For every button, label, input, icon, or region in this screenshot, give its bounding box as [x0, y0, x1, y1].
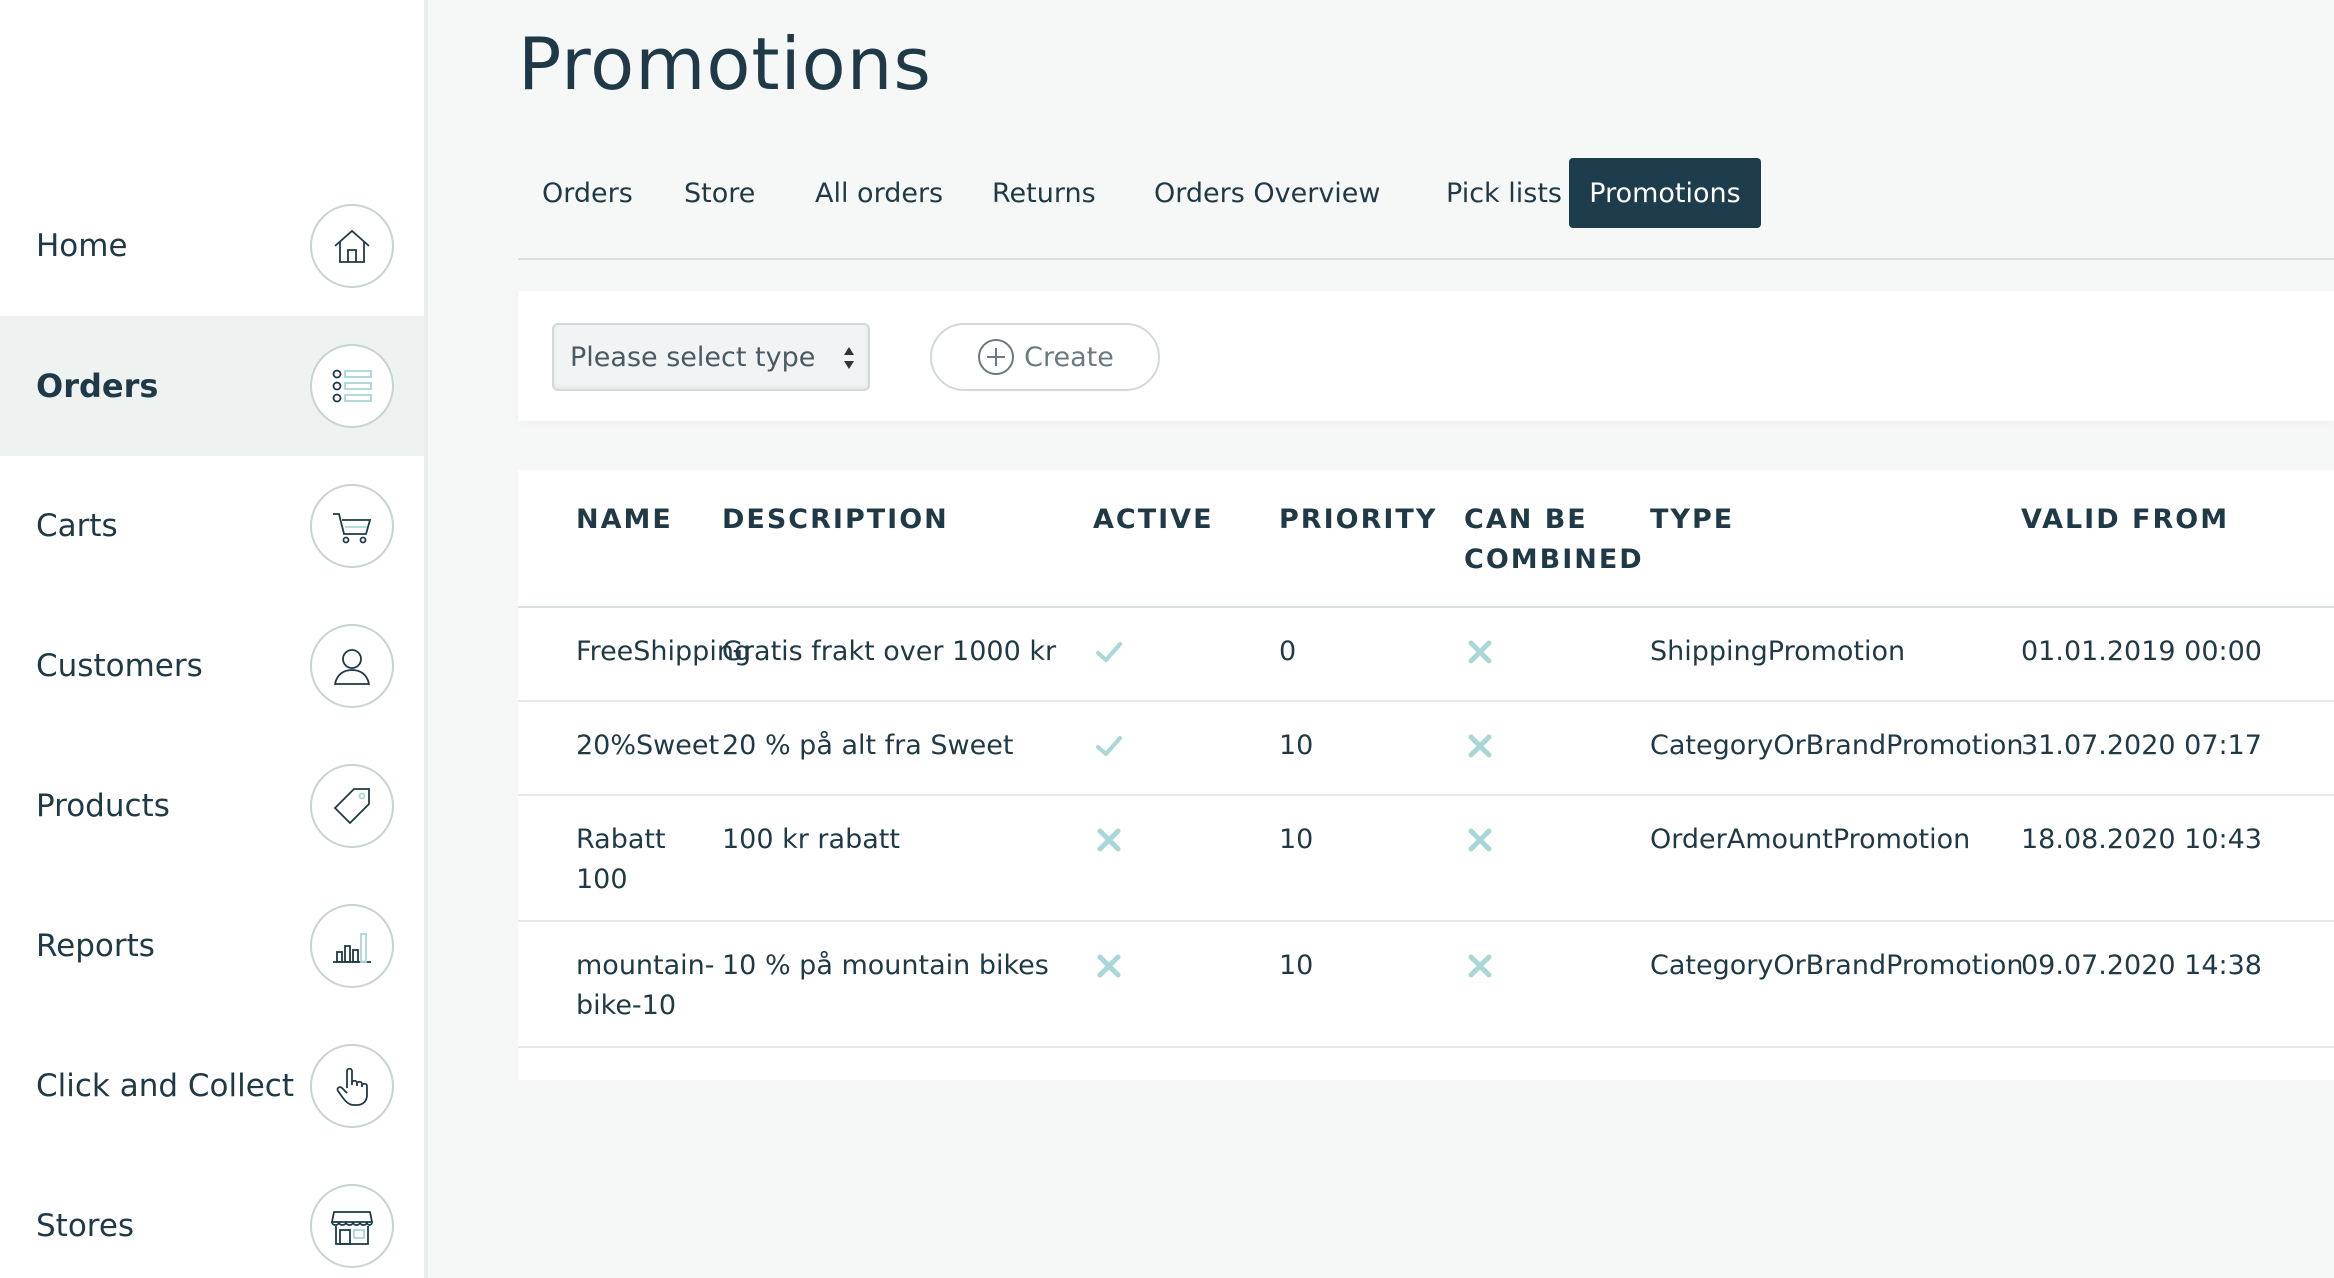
sidebar-item-label: Reports [36, 928, 155, 964]
column-header-valid-from[interactable]: VALID FROM [2003, 470, 2334, 608]
cross-icon [1464, 954, 1496, 989]
create-button[interactable]: Create [930, 323, 1160, 391]
column-header-priority[interactable]: PRIORITY [1261, 470, 1446, 608]
tab-all-orders[interactable]: All orders [791, 158, 967, 228]
column-header-type[interactable]: TYPE [1632, 470, 2003, 608]
table-header-row: NAME DESCRIPTION ACTIVE PRIORITY CAN BE … [518, 470, 2334, 608]
cross-icon [1093, 828, 1125, 863]
sidebar-item-label: Carts [36, 508, 118, 544]
table-row[interactable]: FreeShipping Gratis frakt over 1000 kr 0 Sh… [518, 607, 2334, 702]
sidebar-item-stores[interactable]: Stores [0, 1156, 424, 1278]
sidebar-item-carts[interactable]: Carts [0, 456, 424, 596]
hand-pointer-icon [310, 1044, 394, 1128]
cell-type: ShippingPromotion [1632, 607, 2003, 702]
page-title: Promotions [518, 22, 932, 106]
cell-valid-from: 01.01.2019 00:00 [2003, 607, 2334, 702]
cell-active [1075, 607, 1261, 702]
cell-valid-from: 31.07.2020 07:17 [2003, 701, 2334, 796]
cell-active [1075, 701, 1261, 796]
cross-icon [1093, 954, 1125, 989]
bar-chart-icon [310, 904, 394, 988]
cart-icon [310, 484, 394, 568]
cell-priority: 0 [1261, 607, 1446, 702]
cell-can-be-combined [1446, 795, 1632, 922]
checkmark-icon [1093, 736, 1125, 769]
table-row[interactable]: mountain-bike-10 10 % på mountain bikes 10… [518, 921, 2334, 1048]
list-icon [310, 344, 394, 428]
select-arrows-icon [844, 347, 854, 369]
cell-type: OrderAmountPromotion [1632, 795, 2003, 922]
tab-store[interactable]: Store [660, 158, 779, 228]
sidebar-item-label: Home [36, 228, 128, 264]
cell-name: FreeShipping [518, 607, 751, 702]
cell-name: Rabatt 100 [518, 795, 704, 922]
tab-returns[interactable]: Returns [968, 158, 1120, 228]
sidebar-item-label: Stores [36, 1208, 135, 1244]
cell-can-be-combined [1446, 607, 1632, 702]
table-row[interactable]: Rabatt 100 100 kr rabatt 10 OrderAmountProm… [518, 795, 2334, 922]
promotions-table-container: NAME DESCRIPTION ACTIVE PRIORITY CAN BE … [518, 470, 2334, 1080]
cell-name: mountain-bike-10 [518, 921, 715, 1048]
cell-active [1075, 795, 1261, 922]
create-button-label: Create [1024, 341, 1114, 373]
storefront-icon [310, 1184, 394, 1268]
cell-valid-from: 18.08.2020 10:43 [2003, 795, 2334, 922]
cell-can-be-combined [1446, 921, 1632, 1048]
cell-name: 20%Sweet [518, 701, 719, 796]
sidebar-item-customers[interactable]: Customers [0, 596, 424, 736]
sidebar: Home Orders Carts Customers Products Rep… [0, 0, 428, 1278]
user-icon [310, 624, 394, 708]
cell-active [1075, 921, 1261, 1048]
tab-orders[interactable]: Orders [518, 158, 657, 228]
sidebar-item-label: Products [36, 788, 170, 824]
plus-circle-icon [978, 339, 1015, 375]
type-select[interactable]: Please select type [552, 323, 870, 391]
cross-icon [1464, 640, 1496, 675]
column-header-can-be-combined[interactable]: CAN BE COMBINED [1446, 470, 1642, 608]
cell-description: Gratis frakt over 1000 kr [704, 607, 1075, 702]
checkmark-icon [1093, 642, 1125, 675]
cell-priority: 10 [1261, 795, 1446, 922]
promotions-table: NAME DESCRIPTION ACTIVE PRIORITY CAN BE … [518, 470, 2334, 1048]
tab-orders-overview[interactable]: Orders Overview [1130, 158, 1405, 228]
toolbar: Please select type Create [518, 291, 2334, 421]
column-header-active[interactable]: ACTIVE [1075, 470, 1261, 608]
tag-icon [310, 764, 394, 848]
sidebar-item-label: Click and Collect [36, 1068, 295, 1104]
tab-promotions[interactable]: Promotions [1569, 158, 1761, 228]
sidebar-item-click-and-collect[interactable]: Click and Collect [0, 1016, 424, 1156]
cell-priority: 10 [1261, 921, 1446, 1048]
tab-bar: Orders Store All orders Returns Orders O… [518, 158, 2334, 260]
cell-type: CategoryOrBrandPromotion [1632, 921, 2023, 1048]
home-icon [310, 204, 394, 288]
cell-description: 10 % på mountain bikes [704, 921, 1075, 1048]
cross-icon [1464, 734, 1496, 769]
cell-description: 20 % på alt fra Sweet [704, 701, 1075, 796]
type-select-value: Please select type [570, 341, 816, 373]
cell-can-be-combined [1446, 701, 1632, 796]
sidebar-item-label: Customers [36, 648, 203, 684]
table-row[interactable]: 20%Sweet 20 % på alt fra Sweet 10 CategoryO… [518, 701, 2334, 796]
cell-priority: 10 [1261, 701, 1446, 796]
sidebar-item-label: Orders [36, 367, 159, 405]
cross-icon [1464, 828, 1496, 863]
sidebar-item-reports[interactable]: Reports [0, 876, 424, 1016]
cell-type: CategoryOrBrandPromotion [1632, 701, 2023, 796]
column-header-description[interactable]: DESCRIPTION [704, 470, 1075, 608]
cell-valid-from: 09.07.2020 14:38 [2003, 921, 2334, 1048]
cell-description: 100 kr rabatt [704, 795, 1075, 922]
tab-pick-lists[interactable]: Pick lists [1422, 158, 1586, 228]
sidebar-item-home[interactable]: Home [0, 176, 424, 316]
column-header-name[interactable]: NAME [518, 470, 704, 608]
sidebar-item-products[interactable]: Products [0, 736, 424, 876]
sidebar-item-orders[interactable]: Orders [0, 316, 424, 456]
